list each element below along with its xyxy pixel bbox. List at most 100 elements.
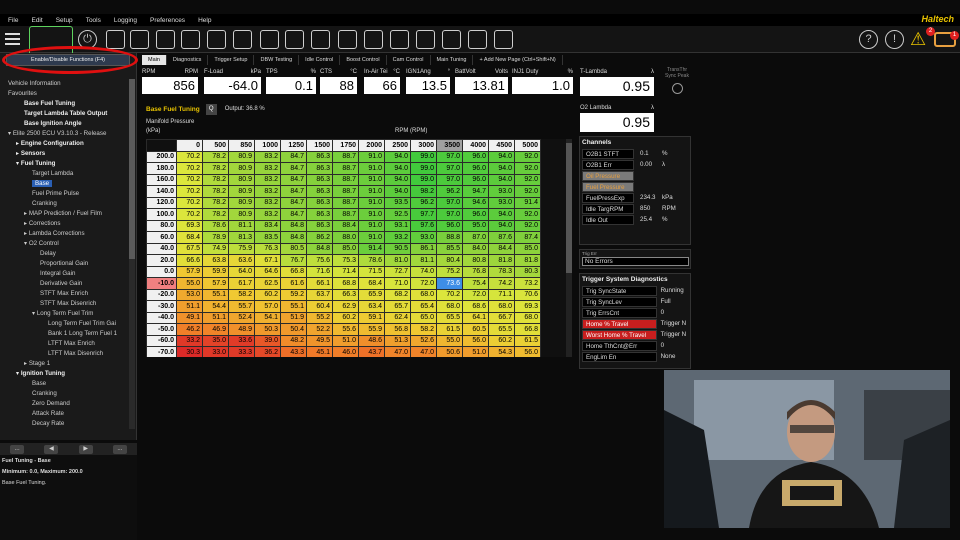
table-cell[interactable]: 84.7 (280, 150, 307, 163)
table-cell[interactable]: 91.4 (514, 196, 541, 209)
table-cell[interactable]: 74.2 (488, 277, 515, 290)
table-cell[interactable]: 43.7 (358, 346, 385, 357)
table-cell[interactable]: 75.3 (332, 254, 359, 267)
table-cell[interactable]: 70.2 (176, 162, 203, 175)
row-header[interactable]: -30.0 (146, 300, 177, 313)
tree-item[interactable]: Base Ignition Angle (0, 119, 130, 129)
table-cell[interactable]: 87.4 (514, 231, 541, 244)
table-cell[interactable]: 33.0 (202, 346, 229, 357)
table-cell[interactable]: 71.5 (358, 265, 385, 278)
table-cell[interactable]: 50.3 (254, 323, 281, 336)
table-cell[interactable]: 65.5 (436, 311, 463, 324)
tree-item[interactable]: Proportional Gain (0, 259, 130, 269)
info-icon[interactable]: ! (885, 30, 904, 49)
menu-item[interactable]: Edit (31, 17, 42, 24)
table-cell[interactable]: 85.0 (332, 242, 359, 255)
table-cell[interactable]: 46.0 (332, 346, 359, 357)
table-cell[interactable]: 81.3 (228, 231, 255, 244)
table-cell[interactable]: 70.2 (176, 185, 203, 198)
table-cell[interactable]: 81.1 (410, 254, 437, 267)
table-cell[interactable]: 75.2 (436, 265, 463, 278)
table-cell[interactable]: 92.0 (514, 185, 541, 198)
tab[interactable]: Trigger Setup (208, 55, 255, 65)
table-cell[interactable]: 99.0 (410, 150, 437, 163)
table-cell[interactable]: 80.9 (228, 208, 255, 221)
table-cell[interactable]: 71.4 (332, 265, 359, 278)
tree-item[interactable]: ▾ Elite 2500 ECU V3.10.3 - Release (0, 129, 130, 139)
table-cell[interactable]: 71.0 (384, 277, 411, 290)
table-cell[interactable]: 81.1 (228, 219, 255, 232)
menu-item[interactable]: Preferences (150, 17, 185, 24)
table-cell[interactable]: 83.2 (254, 162, 281, 175)
table-cell[interactable]: 68.0 (410, 288, 437, 301)
table-cell[interactable]: 91.4 (358, 242, 385, 255)
table-cell[interactable]: 49.5 (306, 334, 333, 347)
table-cell[interactable]: 74.0 (410, 265, 437, 278)
tree-item[interactable]: Base (0, 379, 130, 389)
table-cell[interactable]: 66.8 (280, 265, 307, 278)
table-cell[interactable]: 94.6 (462, 196, 489, 209)
table-cell[interactable]: 78.2 (202, 173, 229, 186)
table-cell[interactable]: 75.6 (306, 254, 333, 267)
row-header[interactable]: 80.0 (146, 219, 177, 232)
table-cell[interactable]: 63.4 (358, 300, 385, 313)
table-cell[interactable]: 70.2 (176, 173, 203, 186)
tab[interactable]: Diagnostics (167, 55, 209, 65)
column-header[interactable]: 2000 (358, 139, 385, 152)
table-cell[interactable]: 65.0 (410, 311, 437, 324)
tree-item[interactable]: Target Lambda (0, 169, 130, 179)
table-cell[interactable]: 51.3 (384, 334, 411, 347)
table-cell[interactable]: 48.9 (228, 323, 255, 336)
table-cell[interactable]: 85.5 (436, 242, 463, 255)
clipboard-icon[interactable] (260, 30, 279, 49)
row-header[interactable]: 20.0 (146, 254, 177, 267)
table-cell[interactable]: 94.0 (384, 150, 411, 163)
table-cell[interactable]: 51.1 (176, 300, 203, 313)
table-cell[interactable]: 68.4 (358, 277, 385, 290)
table-cell[interactable]: 66.3 (332, 288, 359, 301)
table-cell[interactable]: 83.5 (254, 231, 281, 244)
table-cell[interactable]: 54.4 (202, 300, 229, 313)
table-cell[interactable]: 51.0 (462, 346, 489, 357)
table-cell[interactable]: 91.0 (358, 150, 385, 163)
table-cell[interactable]: 68.2 (384, 288, 411, 301)
table-cell[interactable]: 81.0 (384, 254, 411, 267)
table-cell[interactable]: 63.6 (228, 254, 255, 267)
column-header[interactable]: 4000 (462, 139, 489, 152)
table-cell[interactable]: 80.9 (228, 150, 255, 163)
table-cell[interactable]: 80.3 (514, 265, 541, 278)
engine-status-icon[interactable]: 1 (934, 31, 959, 47)
table-cell[interactable]: 49.1 (176, 311, 203, 324)
table-cell[interactable]: 94.7 (462, 185, 489, 198)
table-cell[interactable]: 85.0 (514, 242, 541, 255)
tree-item[interactable]: ▸ Lambda Corrections (0, 229, 130, 239)
table-cell[interactable]: 51.1 (202, 311, 229, 324)
table-cell[interactable]: 48.6 (358, 334, 385, 347)
tree-item[interactable]: LTFT Max Disenrich (0, 349, 130, 359)
table-cell[interactable]: 80.9 (228, 162, 255, 175)
tree-item[interactable]: Fuel Prime Pulse (0, 189, 130, 199)
table-cell[interactable]: 84.8 (306, 242, 333, 255)
table-cell[interactable]: 84.0 (462, 242, 489, 255)
key-icon[interactable] (416, 30, 435, 49)
table-cell[interactable]: 88.7 (332, 162, 359, 175)
engine-icon[interactable] (390, 30, 409, 49)
table-cell[interactable]: 87.0 (462, 231, 489, 244)
table-cell[interactable]: 68.0 (514, 311, 541, 324)
table-cell[interactable]: 92.0 (514, 150, 541, 163)
table-cell[interactable]: 62.4 (384, 311, 411, 324)
table-cell[interactable]: 80.8 (462, 254, 489, 267)
tree-item[interactable]: Cranking (0, 389, 130, 399)
table-cell[interactable]: 96.0 (436, 219, 463, 232)
table-cell[interactable]: 65.7 (384, 300, 411, 313)
table-cell[interactable]: 61.5 (436, 323, 463, 336)
table-cell[interactable]: 93.0 (410, 231, 437, 244)
column-header[interactable]: 1500 (306, 139, 333, 152)
row-header[interactable]: 40.0 (146, 242, 177, 255)
row-header[interactable]: -20.0 (146, 288, 177, 301)
tree-item[interactable]: ▸ Engine Configuration (0, 139, 130, 149)
hamburger-menu-icon[interactable] (5, 33, 20, 45)
table-cell[interactable]: 35.0 (202, 334, 229, 347)
table-cell[interactable]: 69.3 (176, 219, 203, 232)
table-cell[interactable]: 96.0 (462, 150, 489, 163)
